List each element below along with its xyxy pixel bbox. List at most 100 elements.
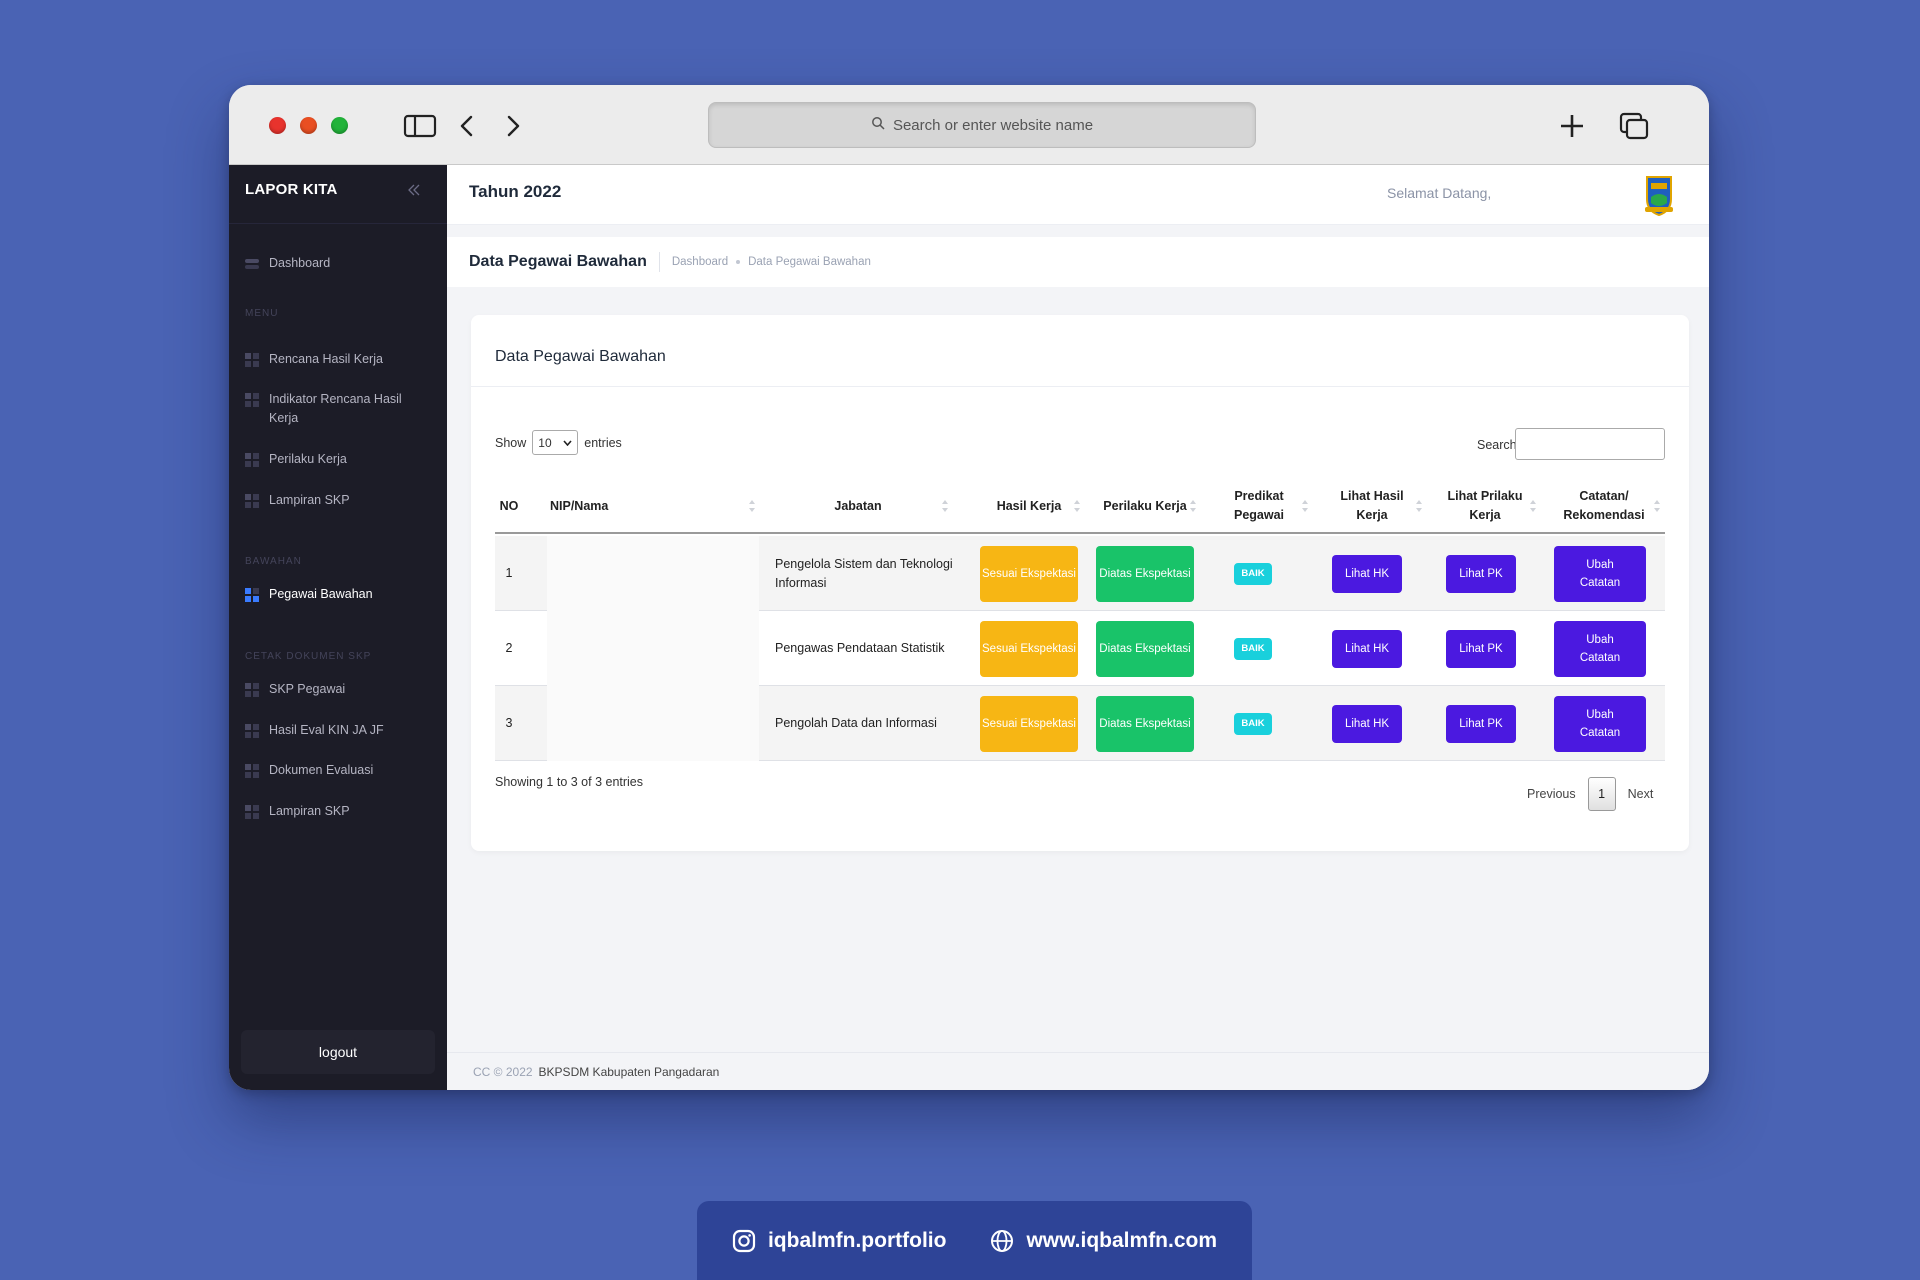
sort-icon bbox=[749, 500, 755, 512]
globe-icon bbox=[991, 1229, 1014, 1252]
ubah-catatan-button[interactable]: Ubah Catatan bbox=[1554, 545, 1646, 602]
column-header-nip[interactable]: NIP/Nama bbox=[550, 478, 760, 534]
new-tab-icon[interactable] bbox=[1555, 111, 1589, 141]
minimize-window-button[interactable] bbox=[300, 117, 317, 134]
lihat-hk-button[interactable]: Lihat HK bbox=[1332, 554, 1402, 593]
row-catatan: Ubah Catatan bbox=[1543, 536, 1657, 611]
sidebar-item-hasil-eval[interactable]: Hasil Eval KIN JA JF bbox=[245, 721, 435, 740]
lihat-pk-button[interactable]: Lihat PK bbox=[1446, 704, 1516, 743]
lihat-pk-button[interactable]: Lihat PK bbox=[1446, 554, 1516, 593]
column-header-label: Catatan/ Rekomendasi bbox=[1563, 489, 1645, 522]
table-row: 2 Pengawas Pendataan Statistik Sesuai Ek… bbox=[495, 611, 1665, 686]
predikat-badge: BAIK bbox=[1234, 562, 1272, 585]
sidebar-item-label: Dashboard bbox=[269, 256, 331, 270]
sort-icon bbox=[1190, 500, 1196, 512]
pagination: Previous 1 Next bbox=[1527, 777, 1653, 811]
entries-label: entries bbox=[584, 435, 622, 450]
column-header-lihat-hasil-kerja[interactable]: Lihat Hasil Kerja bbox=[1317, 478, 1427, 534]
column-header-no[interactable]: NO bbox=[495, 478, 523, 534]
row-jabatan: Pengelola Sistem dan Teknologi Informasi bbox=[775, 556, 953, 590]
sidebar-item-lampiran-skp[interactable]: Lampiran SKP bbox=[245, 491, 435, 510]
row-perilaku-kerja: Diatas Ekspektasi bbox=[1089, 611, 1201, 686]
row-nip-nama bbox=[547, 536, 759, 611]
row-perilaku-kerja: Diatas Ekspektasi bbox=[1089, 536, 1201, 611]
column-header-jabatan[interactable]: Jabatan bbox=[763, 478, 953, 534]
sidebar: LAPOR KITA Dashboard MENU Rencana Hasil … bbox=[229, 165, 447, 1090]
sidebar-item-lampiran-skp-2[interactable]: Lampiran SKP bbox=[245, 802, 435, 821]
grid-icon bbox=[245, 588, 259, 602]
tabs-overview-icon[interactable] bbox=[1617, 111, 1651, 141]
sidebar-item-skp-pegawai[interactable]: SKP Pegawai bbox=[245, 680, 435, 699]
page-1-button[interactable]: 1 bbox=[1587, 777, 1616, 811]
sidebar-item-pegawai-bawahan[interactable]: Pegawai Bawahan bbox=[245, 585, 435, 604]
sidebar-item-label: Lampiran SKP bbox=[269, 493, 350, 507]
row-no: 3 bbox=[505, 716, 513, 730]
row-predikat: BAIK bbox=[1205, 686, 1301, 761]
next-page-button[interactable]: Next bbox=[1628, 787, 1654, 801]
logout-button[interactable]: logout bbox=[241, 1030, 435, 1074]
divider bbox=[229, 223, 447, 224]
entries-select[interactable]: 10 bbox=[532, 430, 579, 455]
ubah-catatan-button[interactable]: Ubah Catatan bbox=[1554, 620, 1646, 677]
column-header-catatan[interactable]: Catatan/ Rekomendasi bbox=[1543, 478, 1665, 534]
grid-icon bbox=[245, 353, 259, 367]
data-card: Data Pegawai Bawahan Show 10 entries Sea… bbox=[471, 315, 1689, 851]
ubah-catatan-button[interactable]: Ubah Catatan bbox=[1554, 695, 1646, 752]
grid-icon bbox=[245, 764, 259, 778]
column-header-label: Lihat Hasil Kerja bbox=[1340, 489, 1404, 522]
lihat-pk-button[interactable]: Lihat PK bbox=[1446, 629, 1516, 668]
hasil-kerja-badge: Sesuai Ekspektasi bbox=[980, 620, 1078, 677]
row-predikat: BAIK bbox=[1205, 611, 1301, 686]
sort-icon bbox=[1416, 500, 1422, 512]
back-icon[interactable] bbox=[455, 111, 479, 141]
column-header-label: NIP/Nama bbox=[550, 498, 609, 513]
lihat-hk-button[interactable]: Lihat HK bbox=[1332, 704, 1402, 743]
column-header-label: NO bbox=[499, 498, 519, 513]
row-hasil-kerja: Sesuai Ekspektasi bbox=[973, 611, 1085, 686]
address-bar[interactable]: Search or enter website name bbox=[708, 102, 1256, 148]
column-header-lihat-prilaku-kerja[interactable]: Lihat Prilaku Kerja bbox=[1429, 478, 1541, 534]
table-search-input[interactable] bbox=[1515, 428, 1665, 460]
sort-icon bbox=[942, 500, 948, 512]
browser-toolbar: Search or enter website name bbox=[229, 85, 1709, 165]
sidebar-item-indikator-rencana[interactable]: Indikator Rencana Hasil Kerja bbox=[245, 390, 435, 428]
row-jabatan: Pengawas Pendataan Statistik bbox=[775, 641, 945, 655]
entries-select-value: 10 bbox=[538, 435, 552, 450]
column-header-predikat[interactable]: Predikat Pegawai bbox=[1205, 478, 1313, 534]
breadcrumb-separator bbox=[736, 260, 741, 264]
row-lihat-hk: Lihat HK bbox=[1317, 686, 1417, 761]
previous-page-button[interactable]: Previous bbox=[1527, 787, 1576, 801]
table-header: NO NIP/Nama Jabatan Hasil Kerja Perilaku… bbox=[495, 478, 1665, 534]
sidebar-item-label: SKP Pegawai bbox=[269, 682, 346, 696]
copyright-text: CC © 2022 bbox=[473, 1064, 533, 1079]
sidebar-item-dashboard[interactable]: Dashboard bbox=[245, 254, 435, 273]
instagram-credit[interactable]: iqbalmfn.portfolio bbox=[732, 1229, 946, 1253]
sidebar-item-perilaku-kerja[interactable]: Perilaku Kerja bbox=[245, 450, 435, 469]
sidebar-item-rencana-hasil-kerja[interactable]: Rencana Hasil Kerja bbox=[245, 350, 435, 369]
row-hasil-kerja: Sesuai Ekspektasi bbox=[973, 686, 1085, 761]
forward-icon[interactable] bbox=[501, 111, 525, 141]
search-icon bbox=[871, 116, 885, 134]
website-credit[interactable]: www.iqbalmfn.com bbox=[990, 1229, 1217, 1253]
sidebar-toggle-icon[interactable] bbox=[403, 111, 437, 141]
section-heading-menu: MENU bbox=[245, 308, 279, 319]
button-label: Ubah Catatan bbox=[1579, 633, 1621, 664]
sidebar-item-label: Perilaku Kerja bbox=[269, 452, 347, 466]
close-window-button[interactable] bbox=[269, 117, 286, 134]
row-predikat: BAIK bbox=[1205, 536, 1301, 611]
column-header-hasil-kerja[interactable]: Hasil Kerja bbox=[973, 478, 1085, 534]
sidebar-item-label: Hasil Eval KIN JA JF bbox=[269, 723, 384, 737]
page-title: Data Pegawai Bawahan bbox=[469, 253, 647, 270]
page-footer: CC © 2022 BKPSDM Kabupaten Pangadaran bbox=[447, 1052, 1709, 1090]
section-heading-bawahan: BAWAHAN bbox=[245, 556, 302, 567]
sidebar-item-dokumen-evaluasi[interactable]: Dokumen Evaluasi bbox=[245, 761, 435, 780]
hasil-kerja-badge: Sesuai Ekspektasi bbox=[980, 545, 1078, 602]
perilaku-kerja-badge: Diatas Ekspektasi bbox=[1096, 620, 1194, 677]
sidebar-item-label: Dokumen Evaluasi bbox=[269, 763, 374, 777]
maximize-window-button[interactable] bbox=[331, 117, 348, 134]
collapse-sidebar-icon[interactable] bbox=[407, 183, 421, 197]
breadcrumb-dashboard[interactable]: Dashboard bbox=[672, 256, 728, 268]
column-header-perilaku-kerja[interactable]: Perilaku Kerja bbox=[1089, 478, 1201, 534]
row-catatan: Ubah Catatan bbox=[1543, 611, 1657, 686]
lihat-hk-button[interactable]: Lihat HK bbox=[1332, 629, 1402, 668]
